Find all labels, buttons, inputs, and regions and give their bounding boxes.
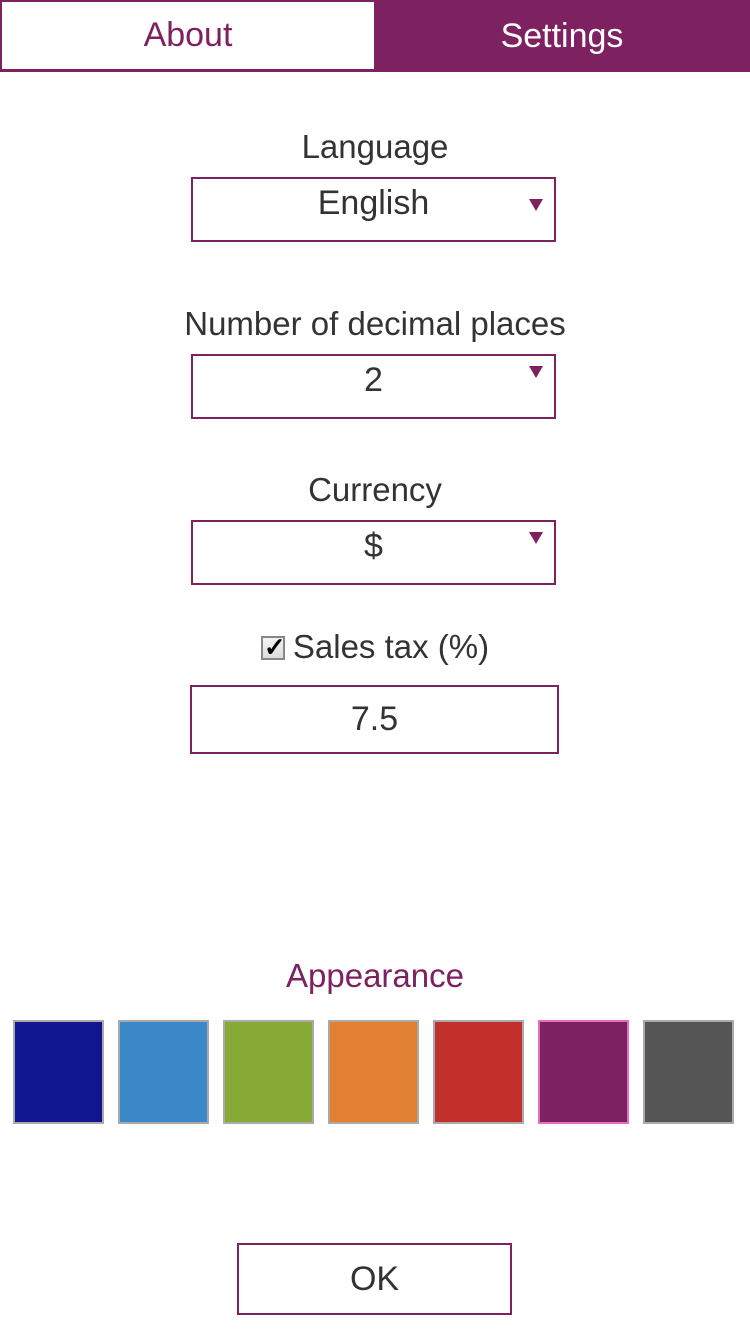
color-swatch-red[interactable] <box>433 1020 524 1124</box>
decimal-places-label: Number of decimal places <box>184 305 566 342</box>
decimal-places-select[interactable]: 2 <box>191 354 556 419</box>
language-label: Language <box>301 128 449 165</box>
currency-select[interactable]: $ <box>191 520 556 585</box>
sales-tax-row: ✓ Sales tax (%) <box>0 628 750 666</box>
color-swatch-green[interactable] <box>223 1020 314 1124</box>
color-swatch-orange[interactable] <box>328 1020 419 1124</box>
color-swatch-purple[interactable] <box>538 1020 629 1124</box>
tab-settings[interactable]: Settings <box>374 0 750 72</box>
color-swatch-dark-blue[interactable] <box>13 1020 104 1124</box>
dropdown-arrow-icon <box>529 199 543 211</box>
ok-button[interactable]: OK <box>237 1243 512 1315</box>
currency-label: Currency <box>308 471 442 508</box>
sales-tax-checkbox[interactable]: ✓ <box>260 632 286 662</box>
color-swatch-gray[interactable] <box>643 1020 734 1124</box>
language-value: English <box>317 184 430 222</box>
tab-bar: About Settings <box>0 0 750 72</box>
appearance-title: Appearance <box>286 957 464 994</box>
dropdown-arrow-icon <box>529 532 543 544</box>
currency-value: $ <box>364 527 383 565</box>
sales-tax-label: Sales tax (%) <box>292 628 490 665</box>
decimal-places-value: 2 <box>364 361 383 399</box>
checkmark-icon: ✓ <box>263 632 286 662</box>
language-select[interactable]: English <box>191 177 556 242</box>
sales-tax-input[interactable]: 7.5 <box>190 685 559 754</box>
tab-about[interactable]: About <box>0 2 374 69</box>
color-swatch-light-blue[interactable] <box>118 1020 209 1124</box>
dropdown-arrow-icon <box>529 366 543 378</box>
